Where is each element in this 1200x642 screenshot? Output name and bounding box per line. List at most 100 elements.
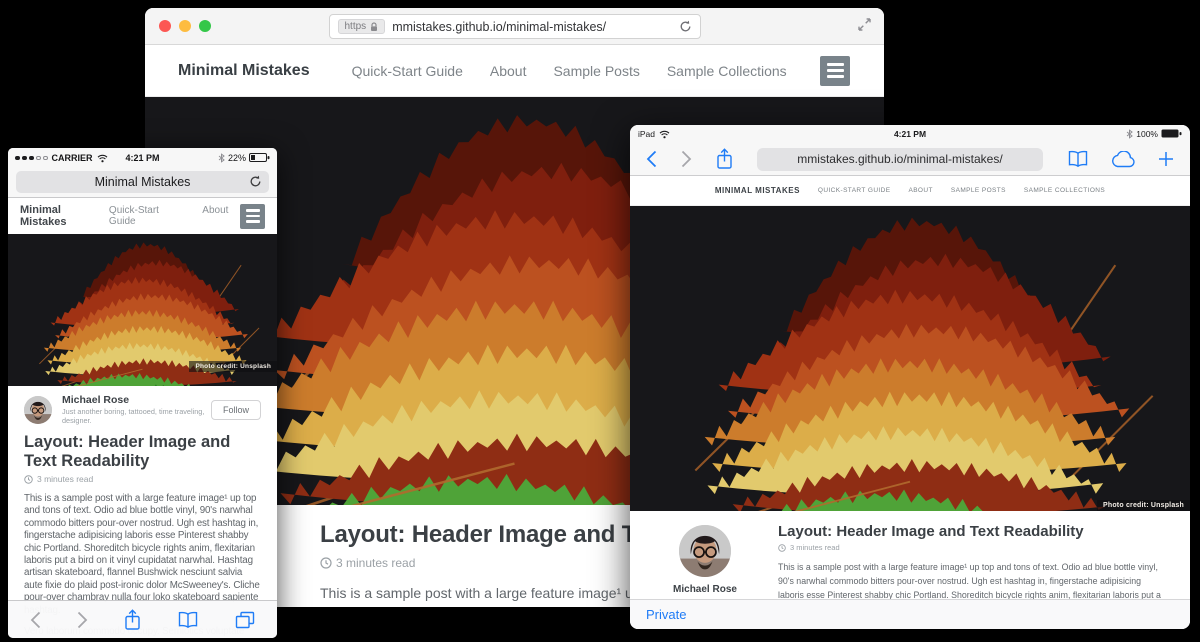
clock-icon [778, 544, 786, 552]
leaves-photo [630, 206, 1190, 511]
desktop-titlebar: https mmistakes.github.io/minimal-mistak… [145, 8, 884, 45]
share-button[interactable] [716, 148, 733, 170]
ipad-status-bar: iPad 4:21 PM 100% [630, 125, 1190, 143]
read-time: 3 minutes read [778, 543, 1168, 552]
iphone-header-image: Photo credit: Unsplash [8, 234, 277, 386]
follow-button[interactable]: Follow [211, 400, 261, 420]
site-title[interactable]: Minimal Mistakes [178, 62, 310, 80]
nav-link-sample-collections[interactable]: Sample Collections [667, 63, 787, 79]
window-controls [159, 20, 211, 32]
ipad-screen: iPad 4:21 PM 100% [630, 125, 1190, 629]
reload-icon [679, 20, 692, 33]
nav-link-quick-start-guide[interactable]: Quick-Start Guide [109, 205, 186, 227]
status-right-cluster: 100% [1126, 129, 1182, 139]
ipad-url-text: mmistakes.github.io/minimal-mistakes/ [797, 152, 1002, 166]
chevron-left-icon [30, 611, 41, 629]
cloud-icon [1111, 151, 1136, 168]
close-window-button[interactable] [159, 20, 171, 32]
forward-button[interactable] [681, 150, 692, 168]
bluetooth-icon [218, 153, 225, 163]
photo-credit: Photo credit: Unsplash [1097, 500, 1190, 511]
iphone-screen: CARRIER 4:21 PM 22% Minimal Mistak [8, 148, 277, 638]
read-time-label: 3 minutes read [336, 556, 415, 570]
url-text: mmistakes.github.io/minimal-mistakes/ [392, 20, 671, 34]
chevron-right-icon [77, 611, 88, 629]
author-name: Michael Rose [62, 394, 211, 406]
iphone-reload-button[interactable] [249, 175, 262, 188]
fullscreen-button[interactable] [857, 17, 872, 32]
composite-canvas: https mmistakes.github.io/minimal-mistak… [0, 0, 1200, 642]
fullscreen-arrows-icon [857, 17, 872, 32]
author-avatar [24, 396, 52, 424]
clock-icon [320, 557, 332, 569]
read-time-label: 3 minutes read [37, 474, 93, 484]
nav-link-about[interactable]: About [202, 205, 228, 227]
iphone-url-bar: Minimal Mistakes [8, 168, 277, 198]
nav-link-sample-posts[interactable]: SAMPLE POSTS [951, 187, 1006, 194]
share-icon [716, 148, 733, 170]
reload-button[interactable] [679, 20, 692, 33]
article-main: Layout: Header Image and Text Readabilit… [764, 523, 1168, 599]
ipad-masthead: MINIMAL MISTAKES QUICK-START GUIDE ABOUT… [630, 176, 1190, 206]
nav-link-quick-start-guide[interactable]: Quick-Start Guide [352, 63, 463, 79]
icloud-tabs-button[interactable] [1111, 151, 1136, 168]
private-browsing-bar: Private [630, 599, 1190, 629]
reload-icon [249, 175, 262, 188]
iphone-status-bar: CARRIER 4:21 PM 22% [8, 148, 277, 168]
author-avatar [679, 525, 731, 577]
iphone-address-field[interactable]: Minimal Mistakes [16, 171, 269, 193]
nav-link-sample-posts[interactable]: Sample Posts [553, 63, 639, 79]
ipad-header-image: Photo credit: Unsplash [630, 206, 1190, 511]
forward-button[interactable] [77, 611, 88, 629]
toolbar-right-cluster [1067, 150, 1174, 168]
back-button[interactable] [30, 611, 41, 629]
iphone-masthead: Minimal Mistakes Quick-Start Guide About [8, 198, 277, 234]
author-sidebar: Michael Rose Just another boring, tattoo… [646, 523, 764, 599]
book-icon [1067, 150, 1089, 168]
https-label: https [345, 21, 367, 32]
author-name: Michael Rose [646, 584, 764, 595]
menu-toggle-button[interactable] [820, 56, 850, 86]
read-time: 3 minutes read [24, 474, 261, 484]
iphone-nav: Quick-Start Guide About [109, 205, 229, 227]
nav-link-quick-start-guide[interactable]: QUICK-START GUIDE [818, 187, 891, 194]
private-button[interactable]: Private [646, 607, 686, 622]
post-title: Layout: Header Image and Text Readabilit… [778, 523, 1168, 540]
nav-link-about[interactable]: About [490, 63, 527, 79]
nav-link-about[interactable]: ABOUT [908, 187, 932, 194]
https-badge: https [338, 19, 386, 34]
battery-icon [1161, 129, 1182, 139]
desktop-address-bar[interactable]: https mmistakes.github.io/minimal-mistak… [329, 14, 701, 39]
battery-icon [249, 153, 270, 163]
post-paragraph: This is a sample post with a large featu… [778, 560, 1168, 599]
share-button[interactable] [124, 609, 141, 631]
desktop-masthead: Minimal Mistakes Quick-Start Guide About… [145, 45, 884, 97]
battery-percent: 100% [1136, 129, 1158, 139]
battery-percent: 22% [228, 153, 246, 163]
menu-toggle-button[interactable] [240, 204, 265, 229]
ipad-toolbar: mmistakes.github.io/minimal-mistakes/ [630, 143, 1190, 176]
desktop-nav: Quick-Start Guide About Sample Posts Sam… [352, 63, 787, 79]
site-title[interactable]: MINIMAL MISTAKES [715, 186, 800, 195]
tabs-button[interactable] [235, 611, 255, 629]
share-icon [124, 609, 141, 631]
site-title[interactable]: Minimal Mistakes [20, 204, 109, 228]
iphone-bottom-toolbar [8, 600, 277, 638]
tabs-icon [235, 611, 255, 629]
reading-list-button[interactable] [1067, 150, 1089, 168]
new-tab-button[interactable] [1158, 151, 1174, 167]
chevron-right-icon [681, 150, 692, 168]
back-button[interactable] [646, 150, 657, 168]
nav-link-sample-collections[interactable]: SAMPLE COLLECTIONS [1024, 187, 1105, 194]
status-right-cluster: 22% [218, 153, 270, 163]
minimize-window-button[interactable] [179, 20, 191, 32]
ipad-address-field[interactable]: mmistakes.github.io/minimal-mistakes/ [757, 148, 1043, 171]
bookmarks-button[interactable] [177, 611, 199, 629]
status-time: 4:21 PM [630, 129, 1190, 139]
author-row: Michael Rose Just another boring, tattoo… [24, 394, 261, 425]
read-time-label: 3 minutes read [790, 543, 840, 552]
zoom-window-button[interactable] [199, 20, 211, 32]
bluetooth-icon [1126, 129, 1133, 139]
clock-icon [24, 475, 33, 484]
lock-icon [370, 22, 378, 32]
